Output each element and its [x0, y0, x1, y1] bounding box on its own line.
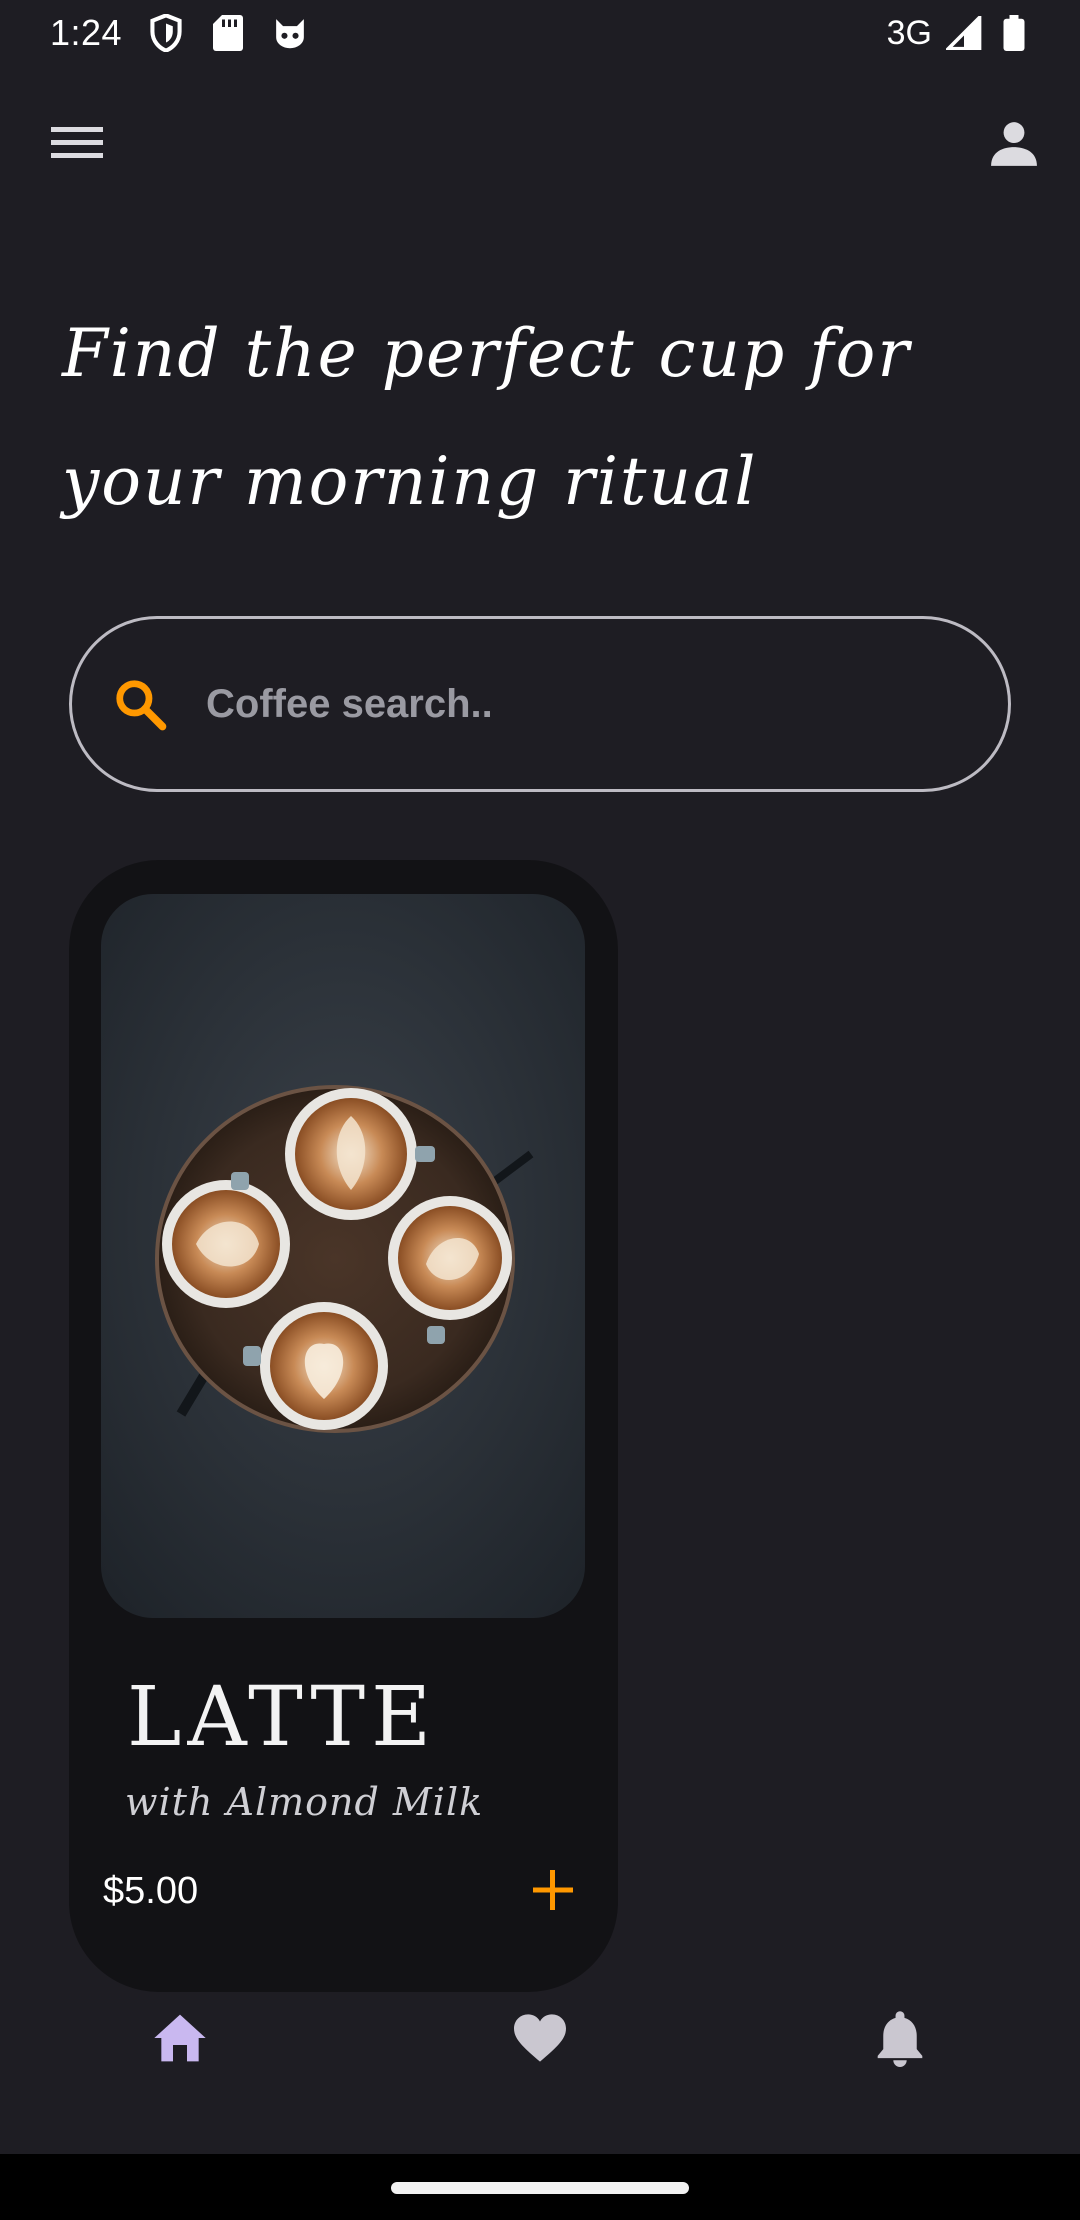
bottom-navigation	[0, 2000, 1080, 2090]
shield-icon	[148, 14, 184, 52]
bell-icon	[875, 2009, 925, 2072]
nav-notifications[interactable]	[860, 2000, 940, 2080]
status-right: 3G	[887, 14, 1032, 53]
menu-button[interactable]	[46, 113, 110, 177]
home-icon	[152, 2012, 208, 2069]
status-left: 1:24	[50, 12, 308, 54]
battery-icon	[996, 15, 1032, 51]
add-to-cart-button[interactable]	[521, 1860, 585, 1924]
gesture-nav-area	[0, 2154, 1080, 2220]
plus-icon	[531, 1868, 575, 1917]
search-input[interactable]	[206, 681, 906, 727]
menu-icon	[51, 123, 105, 168]
headline-line-1: Find the perfect cup for	[62, 315, 911, 392]
profile-button[interactable]	[982, 113, 1046, 177]
status-bar: 1:24 3G	[0, 0, 1080, 66]
page-headline: Find the perfect cup for your morning ri…	[62, 290, 962, 546]
nav-home[interactable]	[140, 2000, 220, 2080]
status-time: 1:24	[50, 12, 123, 53]
product-title: LATTE	[127, 1670, 437, 1765]
headline-line-2: your morning ritual	[62, 443, 758, 520]
signal-icon	[946, 15, 982, 51]
product-price: $5.00	[103, 1870, 199, 1912]
cat-face-icon	[272, 15, 308, 51]
nav-favorites[interactable]	[500, 2000, 580, 2080]
home-gesture-handle[interactable]	[391, 2182, 689, 2194]
app-bar	[0, 100, 1080, 190]
product-card[interactable]: LATTE with Almond Milk $5.00	[69, 860, 618, 1992]
product-image	[101, 894, 585, 1618]
heart-icon	[511, 2012, 569, 2069]
search-bar[interactable]	[69, 616, 1011, 792]
network-type: 3G	[886, 13, 932, 52]
search-icon	[110, 674, 170, 734]
sd-card-icon	[210, 15, 246, 51]
product-subtitle: with Almond Milk	[125, 1780, 484, 1824]
person-icon	[989, 118, 1039, 173]
